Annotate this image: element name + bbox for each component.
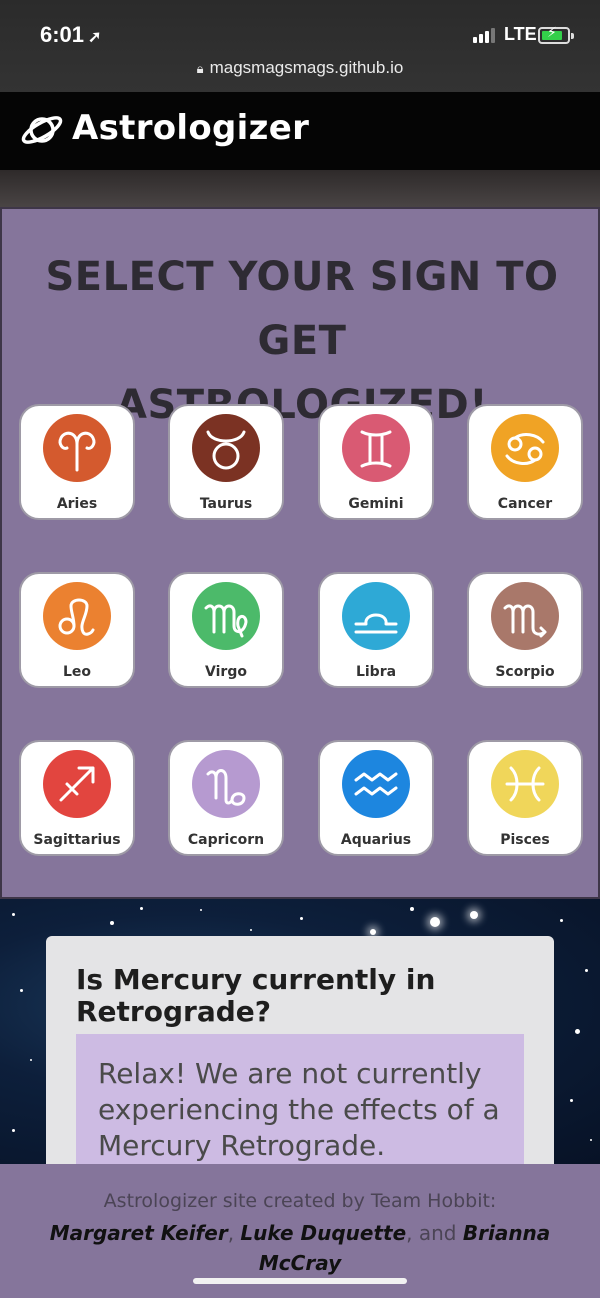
star-decoration bbox=[570, 1099, 573, 1102]
sign-card-pisces[interactable]: Pisces bbox=[467, 740, 583, 856]
star-decoration bbox=[470, 911, 478, 919]
section-title-line1: SELECT YOUR SIGN TO GET bbox=[45, 254, 559, 364]
sign-card-gemini[interactable]: Gemini bbox=[318, 404, 434, 520]
signal-bars-icon bbox=[473, 28, 495, 43]
sign-label: Taurus bbox=[199, 496, 253, 512]
footer-credit: Astrologizer site created by Team Hobbit… bbox=[103, 1190, 497, 1212]
star-decoration bbox=[410, 907, 414, 911]
network-type: LTE bbox=[504, 24, 537, 44]
url-bar[interactable]: 🔒︎ magsmagsmags.github.io bbox=[0, 58, 600, 78]
starfield-background: Is Mercury currently in Retrograde? Rela… bbox=[0, 899, 600, 1164]
status-time-text: 6:01 bbox=[40, 22, 85, 47]
site-header: Astrologizer bbox=[0, 92, 600, 170]
star-decoration bbox=[12, 913, 15, 916]
sign-label: Sagittarius bbox=[33, 832, 121, 848]
url-text: magsmagsmags.github.io bbox=[209, 58, 404, 77]
battery-icon: ⚡ bbox=[538, 25, 574, 44]
sign-label: Aquarius bbox=[340, 832, 412, 848]
sign-card-aries[interactable]: Aries bbox=[19, 404, 135, 520]
pisces-icon bbox=[491, 750, 559, 818]
sign-label: Leo bbox=[62, 664, 92, 680]
sign-card-aquarius[interactable]: Aquarius bbox=[318, 740, 434, 856]
location-arrow-icon: ➚ bbox=[88, 29, 102, 46]
author-link[interactable]: Luke Duquette bbox=[240, 1221, 406, 1245]
sign-card-leo[interactable]: Leo bbox=[19, 572, 135, 688]
retrograde-answer: Relax! We are not currently experiencing… bbox=[76, 1034, 524, 1164]
sign-card-virgo[interactable]: Virgo bbox=[168, 572, 284, 688]
star-decoration bbox=[140, 907, 143, 910]
status-bar: 6:01 ➚ LTE ⚡ 🔒︎ magsmagsmags.github.io bbox=[0, 0, 600, 92]
gemini-icon bbox=[342, 414, 410, 482]
status-time: 6:01 ➚ bbox=[40, 22, 101, 48]
home-indicator[interactable] bbox=[193, 1278, 407, 1284]
star-decoration bbox=[30, 1059, 32, 1061]
star-decoration bbox=[12, 1129, 15, 1132]
lock-icon: 🔒︎ bbox=[196, 61, 204, 76]
sagittarius-icon bbox=[43, 750, 111, 818]
leo-icon bbox=[43, 582, 111, 650]
virgo-icon bbox=[192, 582, 260, 650]
sign-card-taurus[interactable]: Taurus bbox=[168, 404, 284, 520]
sign-card-capricorn[interactable]: Capricorn bbox=[168, 740, 284, 856]
star-decoration bbox=[20, 989, 23, 992]
author-link[interactable]: Margaret Keifer bbox=[50, 1221, 228, 1245]
scorpio-icon bbox=[491, 582, 559, 650]
retrograde-question: Is Mercury currently in Retrograde? bbox=[76, 963, 436, 1028]
author-separator: , and bbox=[406, 1221, 463, 1245]
star-decoration bbox=[560, 919, 563, 922]
taurus-icon bbox=[192, 414, 260, 482]
star-decoration bbox=[300, 917, 303, 920]
sign-label: Pisces bbox=[500, 832, 550, 848]
libra-icon bbox=[342, 582, 410, 650]
sign-card-sagittarius[interactable]: Sagittarius bbox=[19, 740, 135, 856]
sign-label: Capricorn bbox=[187, 832, 265, 848]
star-decoration bbox=[370, 929, 376, 935]
star-decoration bbox=[110, 921, 114, 925]
star-decoration bbox=[585, 969, 588, 972]
capricorn-icon bbox=[192, 750, 260, 818]
header-shadow bbox=[0, 170, 600, 208]
retrograde-card: Is Mercury currently in Retrograde? Rela… bbox=[46, 936, 554, 1164]
brand-title[interactable]: Astrologizer bbox=[72, 108, 309, 148]
star-decoration bbox=[590, 1139, 592, 1141]
sign-card-cancer[interactable]: Cancer bbox=[467, 404, 583, 520]
star-decoration bbox=[200, 909, 202, 911]
sign-label: Libra bbox=[355, 664, 397, 680]
aries-icon bbox=[43, 414, 111, 482]
sign-label: Virgo bbox=[205, 664, 247, 680]
sign-label: Aries bbox=[56, 496, 98, 512]
sign-label: Scorpio bbox=[495, 664, 555, 680]
cancer-icon bbox=[491, 414, 559, 482]
sign-label: Cancer bbox=[497, 496, 553, 512]
sign-label: Gemini bbox=[348, 496, 404, 512]
star-decoration bbox=[430, 917, 440, 927]
star-decoration bbox=[575, 1029, 580, 1034]
author-separator: , bbox=[227, 1221, 241, 1245]
sign-selection-section: SELECT YOUR SIGN TO GET ASTROLOGIZED! Ar… bbox=[0, 207, 600, 899]
sign-card-scorpio[interactable]: Scorpio bbox=[467, 572, 583, 688]
aquarius-icon bbox=[342, 750, 410, 818]
star-decoration bbox=[250, 929, 252, 931]
sign-card-libra[interactable]: Libra bbox=[318, 572, 434, 688]
footer-authors: Margaret Keifer, Luke Duquette, and Bria… bbox=[30, 1218, 570, 1278]
planet-icon[interactable] bbox=[20, 110, 64, 150]
